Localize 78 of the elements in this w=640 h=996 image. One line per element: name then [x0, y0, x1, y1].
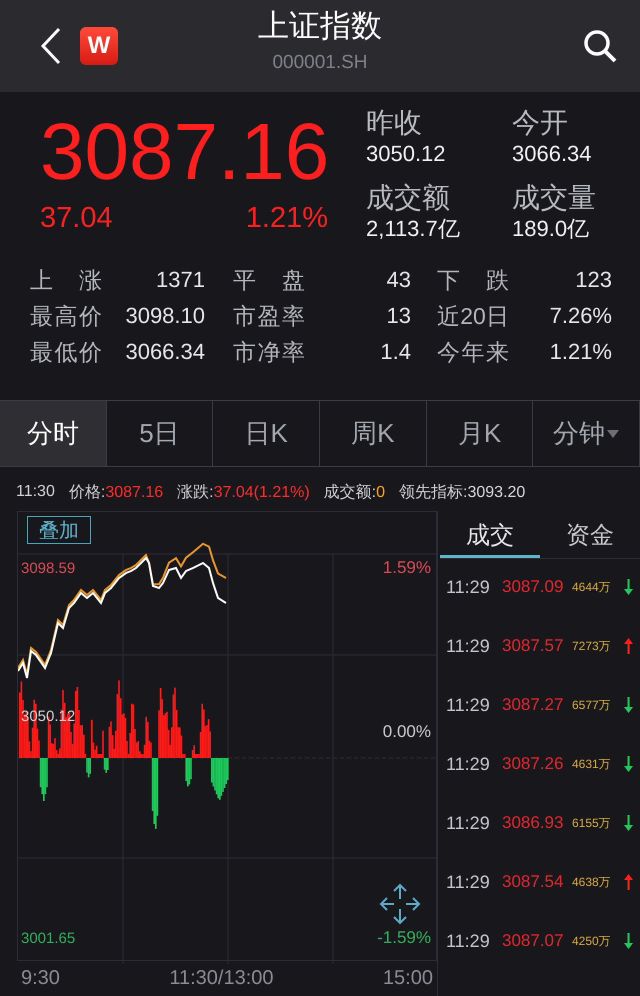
current-price: 3087.16	[40, 106, 330, 198]
info-item: 成交额:0	[324, 482, 386, 502]
stat-value: 123	[575, 267, 612, 293]
chart-tab[interactable]: 月K	[426, 401, 534, 466]
time-axis-label: 15:00	[382, 967, 433, 990]
trade-volume: 6577万	[572, 696, 612, 714]
stat-value: 13	[386, 303, 411, 329]
trade-time: 11:29	[446, 754, 491, 774]
summary-value: 2,113.7亿	[366, 215, 461, 243]
stat-value: 3098.10	[125, 303, 205, 329]
trade-price: 3087.09	[502, 577, 564, 597]
summary-label: 今开	[512, 106, 569, 140]
back-icon[interactable]	[40, 27, 62, 65]
trade-time: 11:29	[446, 636, 491, 656]
stat-label: 市盈率	[233, 302, 305, 330]
page-title: 上证指数	[258, 7, 382, 45]
trades-tab[interactable]: 资金	[540, 515, 640, 558]
trade-price: 3087.54	[502, 872, 564, 892]
trades-tab[interactable]: 成交	[440, 515, 540, 558]
percent-axis-label: 1.59%	[382, 558, 431, 578]
stat-label: 最高价	[30, 302, 102, 330]
stat-label: 最低价	[30, 338, 102, 366]
summary-label: 昨收	[366, 106, 423, 140]
stat-label: 上 涨	[30, 266, 102, 294]
summary-label: 成交额	[366, 181, 451, 215]
trade-price: 3087.07	[502, 931, 564, 951]
time-axis-label: 9:30	[21, 967, 60, 990]
stat-value: 3066.34	[125, 339, 205, 365]
trade-time: 11:29	[446, 576, 491, 598]
chart-tab[interactable]: 周K	[320, 401, 427, 466]
change-percent: 1.21%	[246, 202, 328, 235]
summary-value: 189.0亿	[512, 215, 590, 243]
trade-time: 11:29	[446, 694, 491, 716]
chart-tab[interactable]: 5日	[106, 401, 214, 466]
overlay-button[interactable]: 叠加	[27, 516, 91, 544]
move-arrows-icon[interactable]	[379, 883, 421, 925]
summary-label: 成交量	[512, 181, 597, 215]
info-item: 涨跌:37.04(1.21%)	[177, 482, 310, 502]
info-item: 领先指标:3093.20	[399, 482, 526, 502]
stat-value: 7.26%	[550, 303, 612, 329]
stat-label: 下 跌	[437, 266, 509, 294]
stat-value: 1371	[156, 267, 205, 293]
stat-label: 平 盘	[233, 266, 305, 294]
info-time: 11:30	[16, 483, 55, 501]
trade-volume: 4250万	[572, 932, 612, 950]
trade-volume: 4644万	[572, 578, 612, 596]
percent-axis-label: 0.00%	[382, 722, 431, 742]
trade-price: 3087.26	[502, 754, 564, 774]
stat-label: 近20日	[437, 302, 509, 330]
trade-volume: 4638万	[572, 874, 612, 890]
trade-price: 3087.57	[502, 636, 564, 656]
stat-label: 今年来	[437, 338, 509, 366]
summary-value: 3066.34	[512, 140, 593, 168]
chart-tab[interactable]: 日K	[213, 401, 320, 466]
trade-price: 3086.93	[502, 813, 564, 833]
time-axis-label: 11:30/13:00	[169, 967, 274, 990]
percent-axis-label: -1.59%	[377, 928, 431, 948]
trade-volume: 4631万	[572, 756, 612, 772]
stat-value: 1.21%	[550, 339, 612, 365]
stock-code: 000001.SH	[272, 51, 368, 75]
chart-tab[interactable]: 分时	[0, 401, 107, 466]
chart-tab[interactable]: 分钟	[533, 401, 640, 466]
trade-time: 11:29	[446, 872, 491, 892]
trade-time: 11:29	[446, 930, 491, 952]
price-axis-label: 3098.59	[21, 560, 76, 577]
trade-volume: 6155万	[572, 814, 612, 832]
stat-value: 43	[386, 267, 411, 293]
price-axis-label: 3001.65	[21, 930, 76, 947]
app-logo[interactable]: W	[80, 27, 118, 65]
trade-volume: 7273万	[572, 638, 612, 654]
price-change: 37.04	[40, 202, 113, 235]
stat-label: 市净率	[233, 338, 305, 366]
search-icon[interactable]	[582, 28, 618, 64]
trade-price: 3087.27	[502, 695, 564, 715]
summary-value: 3050.12	[366, 140, 447, 168]
stat-value: 1.4	[380, 339, 411, 365]
info-item: 价格:3087.16	[68, 482, 164, 502]
trade-time: 11:29	[446, 812, 491, 834]
